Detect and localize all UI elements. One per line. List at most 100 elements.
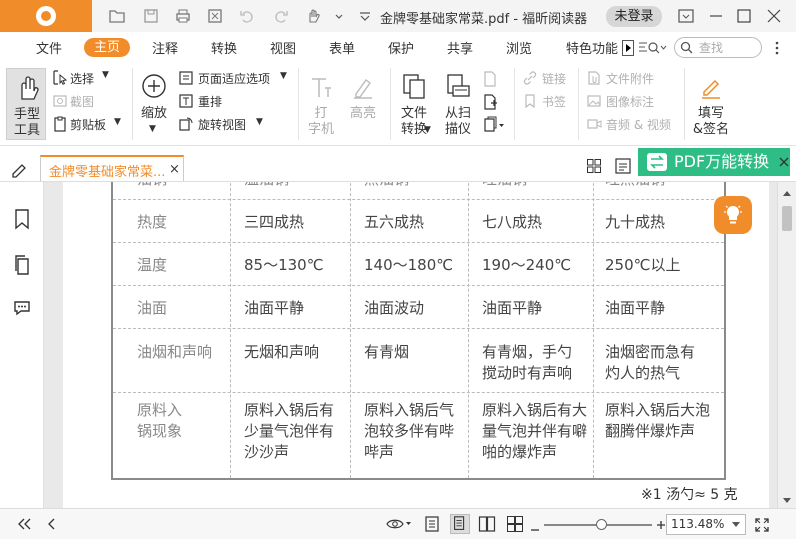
tab-features[interactable]: 特色功能 [566,38,618,57]
fill-sign-button[interactable]: 填写 &签名 [690,106,732,138]
tips-lightbulb-button[interactable] [714,196,752,234]
close-tab-icon[interactable]: × [169,162,180,177]
ribbon-separator [684,68,685,140]
snapshot-button[interactable]: 截图 [70,93,94,110]
minimize-window-icon[interactable] [706,6,726,26]
vertical-scrollbar[interactable] [777,182,796,508]
zoom-in-icon[interactable] [656,519,666,529]
scroll-down-icon[interactable] [782,494,792,503]
reflow-button[interactable]: 重排 [198,93,222,110]
audio-video-button[interactable]: 音频 & 视频 [606,116,671,133]
zoom-button[interactable]: 缩放 [138,106,170,122]
single-page-icon[interactable] [424,515,440,533]
table-cell: 油烟密而急有 灼人的热气 [605,343,696,382]
edit-pen-icon[interactable] [10,160,28,178]
select-button[interactable]: 选择 [70,70,94,87]
chevron-down-icon[interactable] [330,7,343,25]
zoom-slider-knob[interactable] [596,519,608,530]
table-cell: 热油锅 [364,182,409,190]
read-mode-eye-icon[interactable] [386,517,414,531]
document-tab[interactable]: 金牌零基础家常菜... × [40,155,184,181]
tab-browse[interactable]: 浏览 [506,38,532,57]
page-options-icon[interactable] [482,116,506,134]
table-cell: 油面 [137,299,168,317]
facing-pages-icon[interactable] [478,515,496,533]
chevron-down-icon[interactable]: ▼ [256,117,263,127]
tab-file[interactable]: 文件 [36,38,62,57]
link-button[interactable]: 链接 [542,70,566,87]
search-options-icon[interactable] [638,40,668,56]
chevron-down-icon[interactable]: ▼ [149,124,156,134]
blank-page-icon[interactable] [482,70,498,88]
app-logo[interactable] [0,0,92,32]
pages-panel-icon[interactable] [13,254,31,276]
scroll-up-icon[interactable] [782,186,792,196]
customize-toolbar-icon[interactable] [356,7,370,25]
save-icon[interactable] [142,7,160,25]
image-annotation-button[interactable]: 图像标注 [606,93,654,110]
tab-form[interactable]: 表单 [329,38,355,57]
tab-comment[interactable]: 注释 [152,38,178,57]
fill-sign-icon [698,74,724,100]
tab-convert[interactable]: 转换 [211,38,237,57]
continuous-facing-icon[interactable] [506,515,524,533]
clipboard-button[interactable]: 剪贴板 [70,116,106,133]
chevron-down-icon[interactable]: ▼ [114,117,121,127]
table-cell: 原料入锅后气 泡较多伴有哔 哔声 [364,401,455,461]
undo-icon[interactable] [238,7,256,25]
zoom-slider[interactable] [544,519,652,530]
print-icon[interactable] [174,7,192,25]
page-grid-icon[interactable] [586,158,602,174]
search-box[interactable] [674,37,762,58]
redo-icon[interactable] [272,7,290,25]
from-scanner-button[interactable]: 从扫 描仪 [438,106,478,138]
insert-page-icon[interactable] [482,93,498,111]
hand-dropdown-icon[interactable] [304,7,322,25]
previous-page-icon[interactable] [46,517,56,531]
search-input[interactable] [699,39,757,56]
page-footnote: ※1 汤勺≈ 5 克 [641,487,738,503]
pdf-convert-banner[interactable]: PDF万能转换 [638,148,790,176]
maximize-window-icon[interactable] [734,6,754,26]
table-cell: 油烟和声响 [137,343,213,361]
rotate-view-button[interactable]: 旋转视图 [198,116,246,133]
hand-tool-button[interactable]: 手型 工具 [6,68,46,140]
first-page-icon[interactable] [16,517,32,531]
minimize-ribbon-icon[interactable] [676,6,696,26]
zoom-level-select[interactable]: 113.48% [666,514,746,535]
chevron-down-icon[interactable]: ▼ [102,70,109,80]
more-tabs-arrow-icon[interactable] [622,40,634,56]
tab-home[interactable]: 主页 [84,38,130,57]
close-window-icon[interactable] [764,6,784,26]
more-options-icon[interactable] [772,40,782,56]
scrollbar-thumb[interactable] [782,206,792,231]
continuous-page-icon[interactable] [450,514,470,534]
table-column-divider [593,182,594,478]
fullscreen-icon[interactable] [754,517,770,533]
document-view[interactable]: 油锅 温油锅 热油锅 旺油锅 旺热油锅 热度 三四成热 五六成热 七八成热 九十… [44,182,777,508]
chevron-down-icon[interactable]: ▼ [280,71,287,81]
close-banner-icon[interactable] [778,156,790,168]
bookmarks-panel-icon[interactable] [13,208,31,230]
file-attachment-button[interactable]: 文件附件 [606,70,654,87]
document-view-icon[interactable] [614,157,632,175]
bookmark-button[interactable]: 书签 [542,93,566,110]
comments-panel-icon[interactable] [12,298,32,318]
tab-view[interactable]: 视图 [270,38,296,57]
zoom-out-icon[interactable] [530,522,540,531]
highlight-button[interactable]: 高亮 [346,106,380,122]
new-document-icon[interactable] [206,7,224,25]
oil-temperature-table: 油锅 温油锅 热油锅 旺油锅 旺热油锅 热度 三四成热 五六成热 七八成热 九十… [111,182,726,480]
open-folder-icon[interactable] [108,7,126,25]
login-button[interactable]: 未登录 [606,6,662,27]
scanner-icon [445,72,471,100]
fit-page-options-button[interactable]: 页面适应选项 [198,70,270,87]
tab-share[interactable]: 共享 [447,38,473,57]
hand-icon [15,75,39,101]
table-cell: 七八成热 [482,213,543,231]
link-icon [522,70,538,86]
left-sidebar [0,182,51,508]
typewriter-button[interactable]: 打 字机 [304,106,338,138]
chevron-down-icon[interactable]: ▼ [424,125,431,135]
tab-protect[interactable]: 保护 [388,38,414,57]
